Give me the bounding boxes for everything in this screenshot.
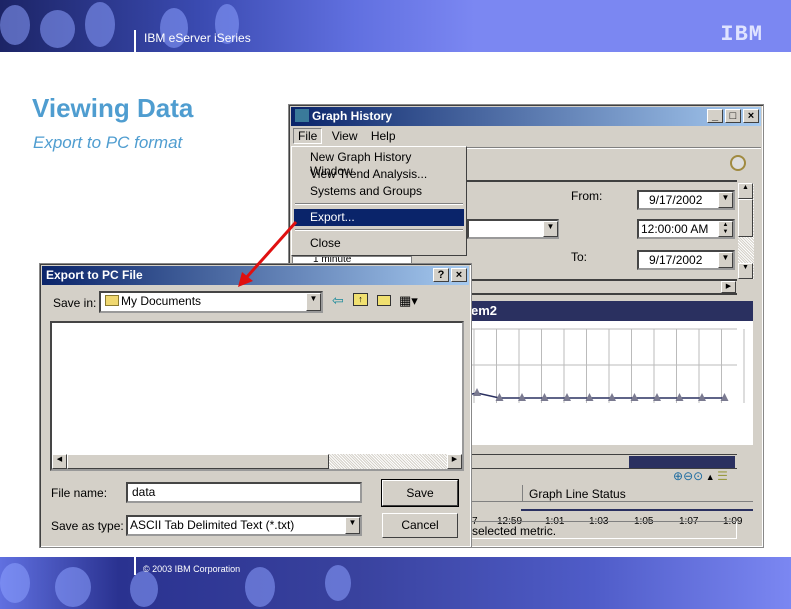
red-arrow [238, 221, 298, 287]
